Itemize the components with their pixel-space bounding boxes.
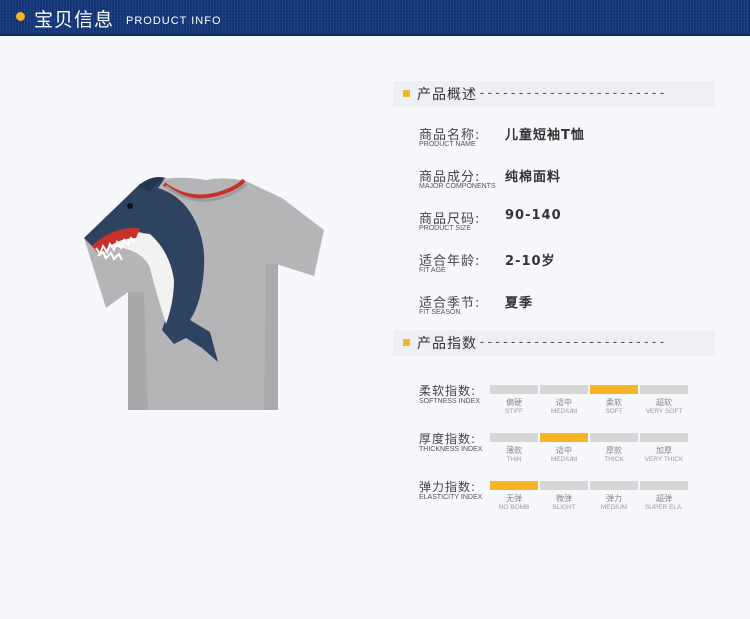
index-row-thickness: 厚度指数: THICKNESS INDEX 薄款 THIN 适中 MEDIUM 厚款 TH… [419,430,699,470]
index-scale: 偏硬 STIFF 适中 MEDIUM 柔软 SOFT 超软 VERY SOFT [490,385,690,421]
section-title-indices: 产品指数 [417,336,477,352]
info-sub-label: PRODUCT NAME [419,141,476,148]
index-option-label: 无弹 [506,494,522,503]
index-option: 薄款 THIN [490,433,538,463]
index-option-sub-label: MEDIUM [550,408,578,415]
info-sub-label: PRODUCT SIZE [419,225,471,232]
info-sub-label: FIT AGE [419,267,446,274]
index-bar-selected [490,481,538,490]
index-option-sub-label: SUPER ELA. [644,504,684,511]
index-option: 弹力 MEDIUM [590,481,638,511]
product-tshirt-image [84,177,324,410]
index-option-label: 加厚 [656,446,672,455]
index-bar [640,433,688,442]
index-sub-label: SOFTNESS INDEX [419,398,481,405]
index-label: 厚度指数: [419,432,477,446]
index-sub-label: ELASTICITY INDEX [419,494,483,501]
index-bar-selected [540,433,588,442]
index-option: 偏硬 STIFF [490,385,538,415]
header-dot-icon [16,12,25,21]
index-option: 加厚 VERY THICK [640,433,688,463]
shark-eye [127,203,133,209]
section-title-overview: 产品概述 [417,87,477,103]
info-row-components: 商品成分: MAJOR COMPONENTS 纯棉面料 [419,166,719,196]
index-option: 无弹 NO BOMB [490,481,538,511]
index-option-label: 薄款 [506,446,522,455]
index-option: 适中 MEDIUM [540,385,588,415]
info-value: 夏季 [505,296,534,311]
index-option-label: 弹力 [606,494,622,503]
section-marker-icon [403,339,410,346]
section-divider: ------------------------ [478,86,666,101]
section-divider: ------------------------ [478,335,666,350]
index-option-label: 柔软 [606,398,622,407]
index-option: 微弹 SLIGHT [540,481,588,511]
index-bar [540,385,588,394]
index-option: 柔软 SOFT [590,385,638,415]
index-bar-selected [590,385,638,394]
index-label: 柔软指数: [419,384,477,398]
info-row-size: 商品尺码: PRODUCT SIZE 90-140 [419,208,719,238]
index-label: 弹力指数: [419,480,477,494]
index-bar [590,433,638,442]
index-option-sub-label: MEDIUM [550,456,578,463]
info-row-fit-season: 适合季节: FIT SEASON 夏季 [419,292,719,322]
index-bar [490,433,538,442]
index-scale: 无弹 NO BOMB 微弹 SLIGHT 弹力 MEDIUM 超弹 SUPER ELA. [490,481,690,517]
index-option-sub-label: VERY THICK [644,456,684,463]
index-option-sub-label: THICK [604,456,624,463]
section-header-indices: 产品指数 ------------------------ [393,330,715,356]
index-bar [640,481,688,490]
index-option-sub-label: SLIGHT [552,504,576,511]
index-option-label: 超软 [656,398,672,407]
index-bar [540,481,588,490]
index-scale: 薄款 THIN 适中 MEDIUM 厚款 THICK 加厚 VERY THICK [490,433,690,469]
index-option-sub-label: NO BOMB [498,504,530,511]
index-sub-label: THICKNESS INDEX [419,446,483,453]
info-value: 90-140 [505,208,562,223]
index-option-label: 偏硬 [506,398,522,407]
index-option-label: 适中 [556,398,572,407]
index-option: 超弹 SUPER ELA. [640,481,688,511]
page-title: 宝贝信息 [34,9,115,31]
info-value: 儿童短袖T恤 [505,128,585,143]
index-option: 适中 MEDIUM [540,433,588,463]
info-sub-label: MAJOR COMPONENTS [419,183,496,190]
index-bar [490,385,538,394]
index-option-sub-label: SOFT [605,408,623,415]
index-option: 超软 VERY SOFT [640,385,688,415]
index-option: 厚款 THICK [590,433,638,463]
index-row-softness: 柔软指数: SOFTNESS INDEX 偏硬 STIFF 适中 MEDIUM 柔软 SO… [419,382,699,422]
index-option-label: 适中 [556,446,572,455]
index-option-sub-label: VERY SOFT [645,408,683,415]
index-option-label: 厚款 [606,446,622,455]
index-bar [590,481,638,490]
index-row-elasticity: 弹力指数: ELASTICITY INDEX 无弹 NO BOMB 微弹 SLIGHT… [419,478,699,518]
index-option-label: 微弹 [556,494,572,503]
index-option-sub-label: THIN [506,456,522,463]
info-row-product-name: 商品名称: PRODUCT NAME 儿童短袖T恤 [419,124,719,154]
info-value: 纯棉面料 [505,170,562,185]
index-option-sub-label: MEDIUM [600,504,628,511]
index-bar [640,385,688,394]
header-border [0,34,750,36]
section-header-overview: 产品概述 ------------------------ [393,81,715,107]
info-row-fit-age: 适合年龄: FIT AGE 2-10岁 [419,250,719,280]
info-value: 2-10岁 [505,254,556,269]
page-subtitle: PRODUCT INFO [126,15,222,27]
index-option-sub-label: STIFF [504,408,524,415]
section-marker-icon [403,90,410,97]
index-option-label: 超弹 [656,494,672,503]
info-sub-label: FIT SEASON [419,309,461,316]
